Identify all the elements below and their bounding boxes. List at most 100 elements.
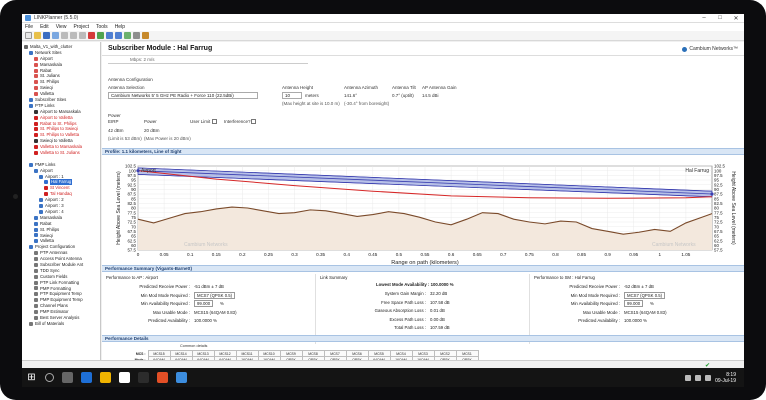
tree-node-icon (34, 115, 38, 120)
tree-node-icon (34, 92, 38, 97)
x-tick-label: 0.25 (264, 252, 273, 257)
x-tick-label: 0.65 (473, 252, 482, 257)
taskbar-app-2-icon[interactable] (100, 372, 111, 383)
common-details-label: Common details (180, 344, 208, 348)
watermark-label: Cambium Networks (652, 242, 696, 248)
save-icon[interactable] (43, 32, 50, 39)
menu-help[interactable]: Help (115, 24, 125, 30)
summary-label: Free Space Path Loss : (381, 299, 426, 305)
antenna-config-heading: Antenna Configuration (108, 77, 153, 82)
tree-node-icon (24, 44, 28, 49)
tree-node-icon (39, 209, 43, 214)
x-tick-label: 0.9 (604, 252, 611, 257)
antenna-height-label: Antenna Height (282, 85, 314, 90)
summary-label: Total Path Loss : (394, 325, 426, 330)
sm-performance-panel: Performance to SM : Hal Farrug Predicted… (530, 274, 744, 344)
min-availability-input[interactable]: 99.000 (624, 300, 644, 307)
min-mod-mode-dropdown[interactable]: MCS7 (QPSK 0.5) (624, 291, 666, 299)
clock-date: 09-Jul-19 (715, 377, 736, 384)
battery-icon[interactable] (705, 374, 712, 381)
task-view-icon[interactable] (62, 372, 73, 383)
network-icon[interactable] (685, 374, 692, 381)
x-tick-label: 0.7 (500, 252, 507, 257)
close-icon[interactable]: ✕ (728, 15, 744, 22)
tree-node-icon (34, 145, 38, 150)
menu-edit[interactable]: Edit (40, 24, 49, 30)
cut-icon[interactable] (61, 32, 68, 39)
tree-node-icon (39, 198, 43, 203)
taskbar-app-6-icon[interactable] (176, 372, 187, 383)
page-header: Subscriber Module : Hal Farrug Cambium N… (102, 42, 744, 56)
interference-checkbox[interactable] (251, 119, 256, 124)
tree-node-icon (34, 310, 38, 315)
summary-value: 100.0000 % (624, 318, 647, 323)
taskbar-app-5-icon[interactable] (157, 372, 168, 383)
summary-label: Predicted Receive Power : (139, 284, 190, 289)
details-section-header: Performance Details (102, 335, 744, 342)
summary-label: Predicted Availability : (148, 318, 190, 323)
open-folder-icon[interactable] (34, 32, 41, 39)
new-file-icon[interactable] (25, 32, 32, 39)
summary-label: Min Availability Required : (140, 301, 190, 306)
x-tick-label: 0.1 (187, 252, 194, 257)
antenna-height-input[interactable]: 10 (282, 92, 302, 99)
maximize-icon[interactable]: □ (712, 15, 728, 22)
menu-tools[interactable]: Tools (96, 24, 108, 30)
add-site-icon[interactable] (97, 32, 104, 39)
power-value: 20 dBm (144, 128, 160, 133)
bom-icon[interactable] (142, 32, 149, 39)
summary-section-header: Performance Summary (Vigants-Barnett) (102, 265, 744, 272)
taskbar-app-3-icon[interactable] (119, 372, 130, 383)
antenna-selection-dropdown[interactable]: Cambium Networks 5' 5 GHz PE Radio + For… (108, 92, 258, 99)
y-tick-label: 57.5 (127, 248, 136, 253)
watermark-label: Cambium Networks (184, 242, 228, 248)
x-tick-label: 0.6 (448, 252, 455, 257)
window-title: LINKPlanner (5.5.0) (34, 15, 79, 21)
x-tick-label: 0.55 (421, 252, 430, 257)
delete-icon[interactable] (88, 32, 95, 39)
user-limit-checkbox[interactable] (212, 119, 217, 124)
x-tick-label: 0.85 (577, 252, 586, 257)
tree-node-icon (34, 80, 38, 85)
tree-node-icon (39, 203, 43, 208)
tree-node-icon (29, 245, 33, 250)
menu-view[interactable]: View (56, 24, 67, 30)
x-tick-label: 0.05 (160, 252, 169, 257)
x-tick-label: 0.35 (316, 252, 325, 257)
tree-item[interactable]: Bill of Materials (22, 321, 100, 327)
map-icon[interactable] (124, 32, 131, 39)
taskbar-app-4-icon[interactable] (138, 372, 149, 383)
print-icon[interactable] (52, 32, 59, 39)
availability-unit: % (650, 301, 654, 306)
profile-section-label: Profile: 1.1 kilometers, Line of Sight (105, 149, 182, 154)
search-icon[interactable] (45, 373, 54, 382)
paste-icon[interactable] (79, 32, 86, 39)
minimize-icon[interactable]: – (696, 15, 712, 22)
start-icon[interactable]: ⊞ (26, 372, 37, 383)
menu-project[interactable]: Project (73, 24, 89, 30)
min-availability-input[interactable]: 99.000 (194, 300, 214, 307)
tree-node-icon (34, 86, 38, 91)
menu-file[interactable]: File (25, 24, 33, 30)
tree-node-icon (34, 251, 38, 256)
clock[interactable]: 8:19 09-Jul-19 (715, 372, 736, 384)
tree-node-icon (34, 62, 38, 67)
report-icon[interactable] (133, 32, 140, 39)
power-max: (Max Power is 20 dBm) (144, 136, 191, 141)
x-tick-label: 0.15 (212, 252, 221, 257)
copy-icon[interactable] (70, 32, 77, 39)
tree-node-icon (34, 150, 38, 155)
summary-label: Predicted Receive Power : (569, 284, 620, 289)
eirp-label: EIRP (108, 119, 119, 124)
system-tray: 8:19 09-Jul-19 (685, 372, 736, 384)
taskbar-app-1-icon[interactable] (81, 372, 92, 383)
add-ap-icon[interactable] (115, 32, 122, 39)
volume-icon[interactable] (695, 374, 702, 381)
tree-node-icon (34, 109, 38, 114)
tree-node-icon (34, 215, 38, 220)
add-link-icon[interactable] (106, 32, 113, 39)
antenna-tilt-value: 0.7° (uptilt) (392, 93, 414, 98)
profile-section-header: Profile: 1.1 kilometers, Line of Sight (102, 148, 744, 155)
tree-node-icon (44, 186, 48, 191)
min-mod-mode-dropdown[interactable]: MCS7 (QPSK 0.5) (194, 291, 236, 299)
